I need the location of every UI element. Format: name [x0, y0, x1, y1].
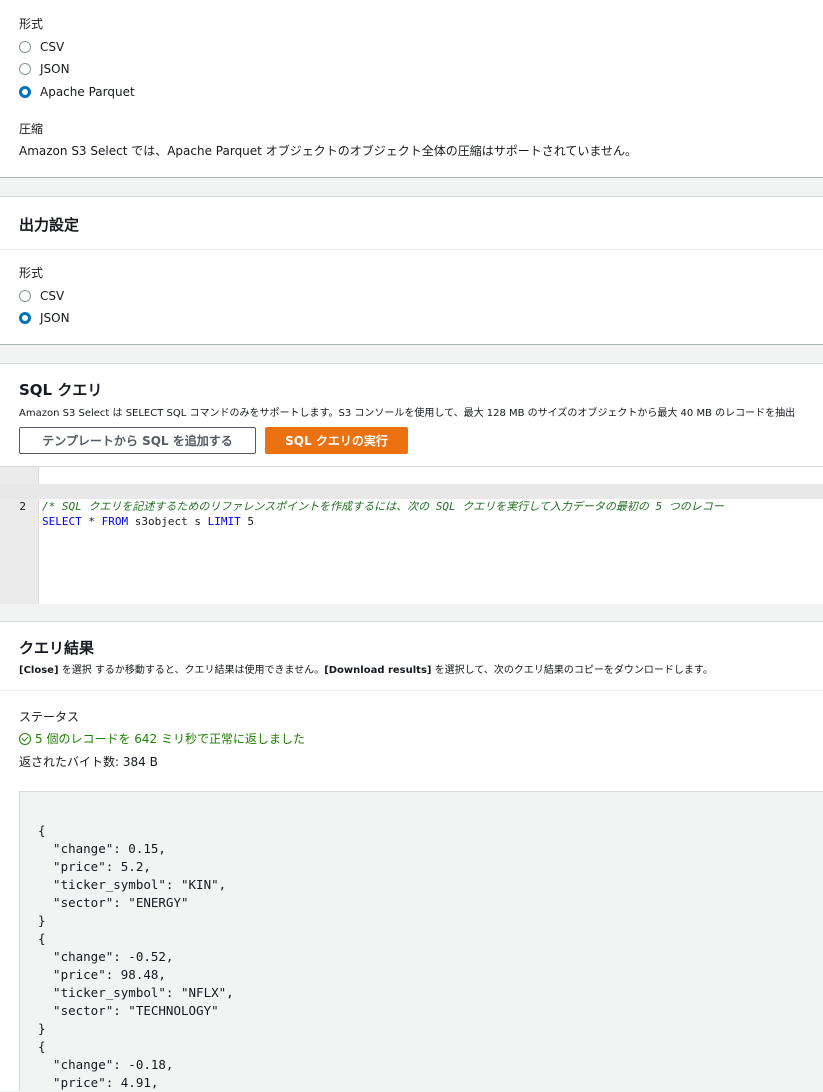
- radio-json-label: JSON: [40, 62, 70, 76]
- radio-output-json-label: JSON: [40, 311, 70, 325]
- status-success: 5 個のレコードを 642 ミリ秒で正常に返しました: [19, 730, 305, 747]
- keyword-from: FROM: [101, 515, 129, 528]
- sql-star: *: [81, 515, 102, 528]
- divider: [0, 690, 823, 691]
- input-format-label: 形式: [19, 17, 44, 31]
- line-number: 2: [19, 500, 26, 513]
- query-results-description: [Close] を選択 するか移動すると、クエリ結果は使用できません。[Down…: [19, 661, 713, 676]
- input-format-parquet-option[interactable]: Apache Parquet: [19, 85, 135, 99]
- divider: [0, 249, 823, 250]
- radio-csv[interactable]: [19, 41, 31, 53]
- query-results-title: クエリ結果: [19, 639, 95, 657]
- query-results-output: { "change": 0.15, "price": 5.2, "ticker_…: [19, 791, 823, 1091]
- status-text: 5 個のレコードを 642 ミリ秒で正常に返しました: [35, 732, 305, 746]
- bytes-returned: 返されたバイト数: 384 B: [19, 755, 158, 769]
- output-format-label: 形式: [19, 266, 44, 280]
- compression-text: Amazon S3 Select では、Apache Parquet オブジェク…: [19, 144, 637, 158]
- desc-mid: を選択 するか移動すると、クエリ結果は使用できません。: [58, 665, 325, 676]
- output-settings-panel: 出力設定 形式 CSV JSON: [0, 196, 823, 345]
- sql-object: s3object s: [128, 515, 208, 528]
- radio-parquet[interactable]: [19, 86, 31, 98]
- keyword-select: SELECT: [42, 515, 82, 528]
- sql-comment: /* SQL クエリを記述するためのリファレンスポイントを作成するには、次の S…: [42, 500, 724, 513]
- download-results-text: [Download results]: [324, 665, 432, 676]
- close-link-text: [Close]: [19, 665, 59, 676]
- run-sql-query-button[interactable]: SQL クエリの実行: [265, 427, 408, 454]
- sql-limit-value: 5: [240, 515, 254, 528]
- compression-label: 圧縮: [19, 122, 44, 136]
- radio-output-csv[interactable]: [19, 290, 31, 302]
- check-circle-icon: [19, 732, 31, 745]
- sql-query-panel: SQL クエリ Amazon S3 Select は SELECT SQL コマ…: [0, 363, 823, 604]
- radio-parquet-label: Apache Parquet: [40, 85, 135, 99]
- desc-end: を選択して、次のクエリ結果のコピーをダウンロードします。: [431, 665, 713, 676]
- radio-json[interactable]: [19, 63, 31, 75]
- sql-statement: SELECT * FROM s3object s LIMIT 5: [42, 514, 254, 529]
- sql-query-description: Amazon S3 Select は SELECT SQL コマンドのみをサポー…: [19, 408, 796, 419]
- output-format-json-option[interactable]: JSON: [19, 311, 70, 325]
- radio-output-csv-label: CSV: [40, 289, 65, 303]
- output-settings-title: 出力設定: [19, 216, 80, 234]
- status-label: ステータス: [19, 710, 80, 724]
- sql-editor[interactable]: 1 /* SQL クエリを記述するためのリファレンスポイントを作成するには、次の…: [0, 466, 823, 604]
- input-settings-panel: 形式 CSV JSON Apache Parquet 圧縮 Amazon S3 …: [0, 0, 823, 178]
- editor-line-2: 2 SELECT * FROM s3object s LIMIT 5: [0, 484, 823, 528]
- results-json: { "change": 0.15, "price": 5.2, "ticker_…: [38, 823, 234, 1090]
- sql-query-title: SQL クエリ: [19, 381, 103, 399]
- radio-csv-label: CSV: [40, 40, 65, 54]
- input-format-csv-option[interactable]: CSV: [19, 40, 64, 54]
- output-format-csv-option[interactable]: CSV: [19, 289, 64, 303]
- input-format-json-option[interactable]: JSON: [19, 62, 70, 76]
- radio-output-json[interactable]: [19, 312, 31, 324]
- editor-line-1: 1 /* SQL クエリを記述するためのリファレンスポイントを作成するには、次の…: [0, 469, 823, 513]
- add-template-sql-button[interactable]: テンプレートから SQL を追加する: [19, 427, 256, 454]
- keyword-limit: LIMIT: [207, 515, 241, 528]
